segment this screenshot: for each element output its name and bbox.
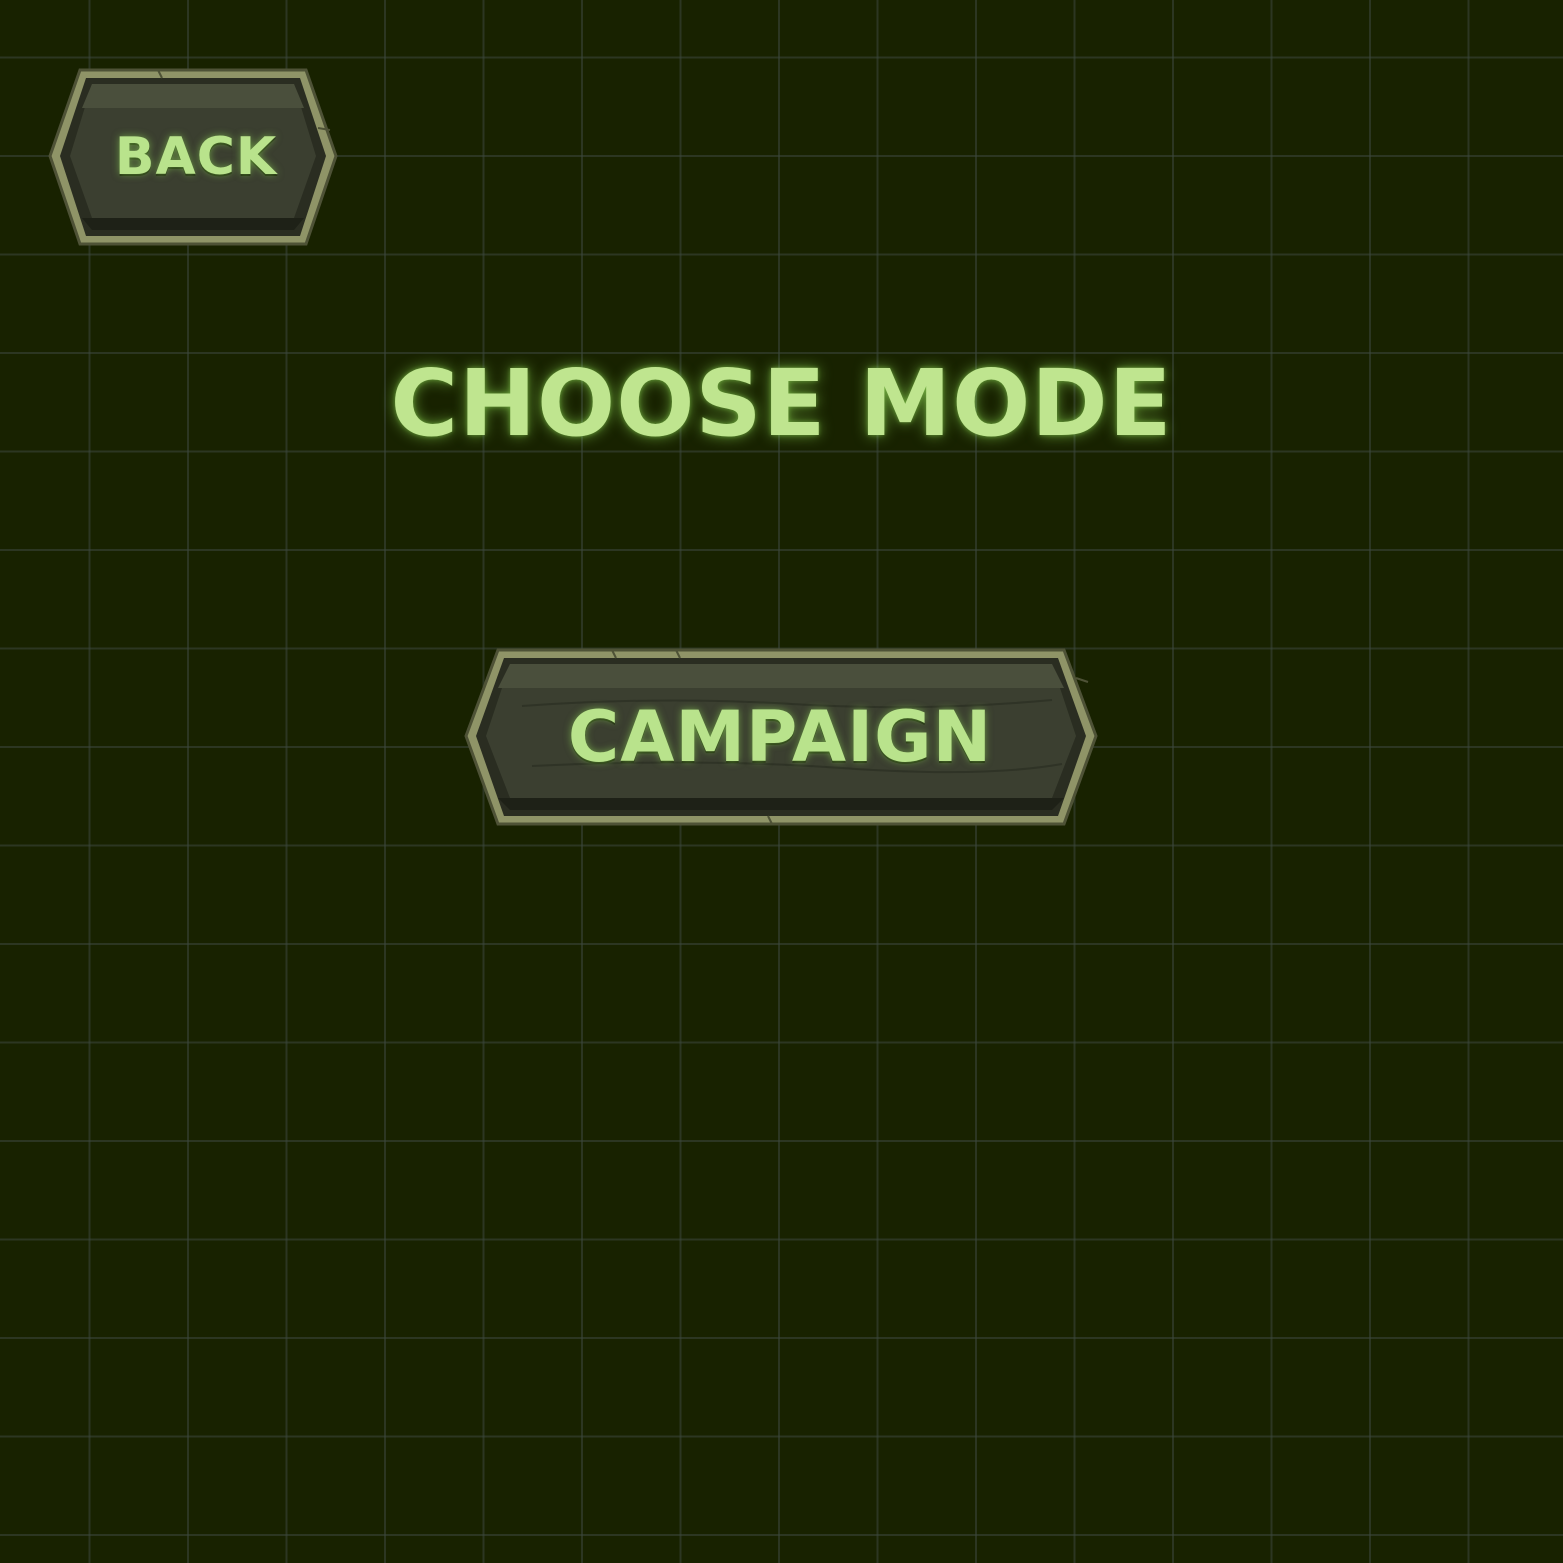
campaign-button-label: CAMPAIGN xyxy=(567,696,993,778)
campaign-mode-button[interactable]: CAMPAIGN xyxy=(462,648,1100,826)
back-button-label: BACK xyxy=(114,127,278,187)
page-title: CHOOSE MODE xyxy=(390,350,1173,457)
back-button[interactable]: BACK xyxy=(48,68,340,246)
